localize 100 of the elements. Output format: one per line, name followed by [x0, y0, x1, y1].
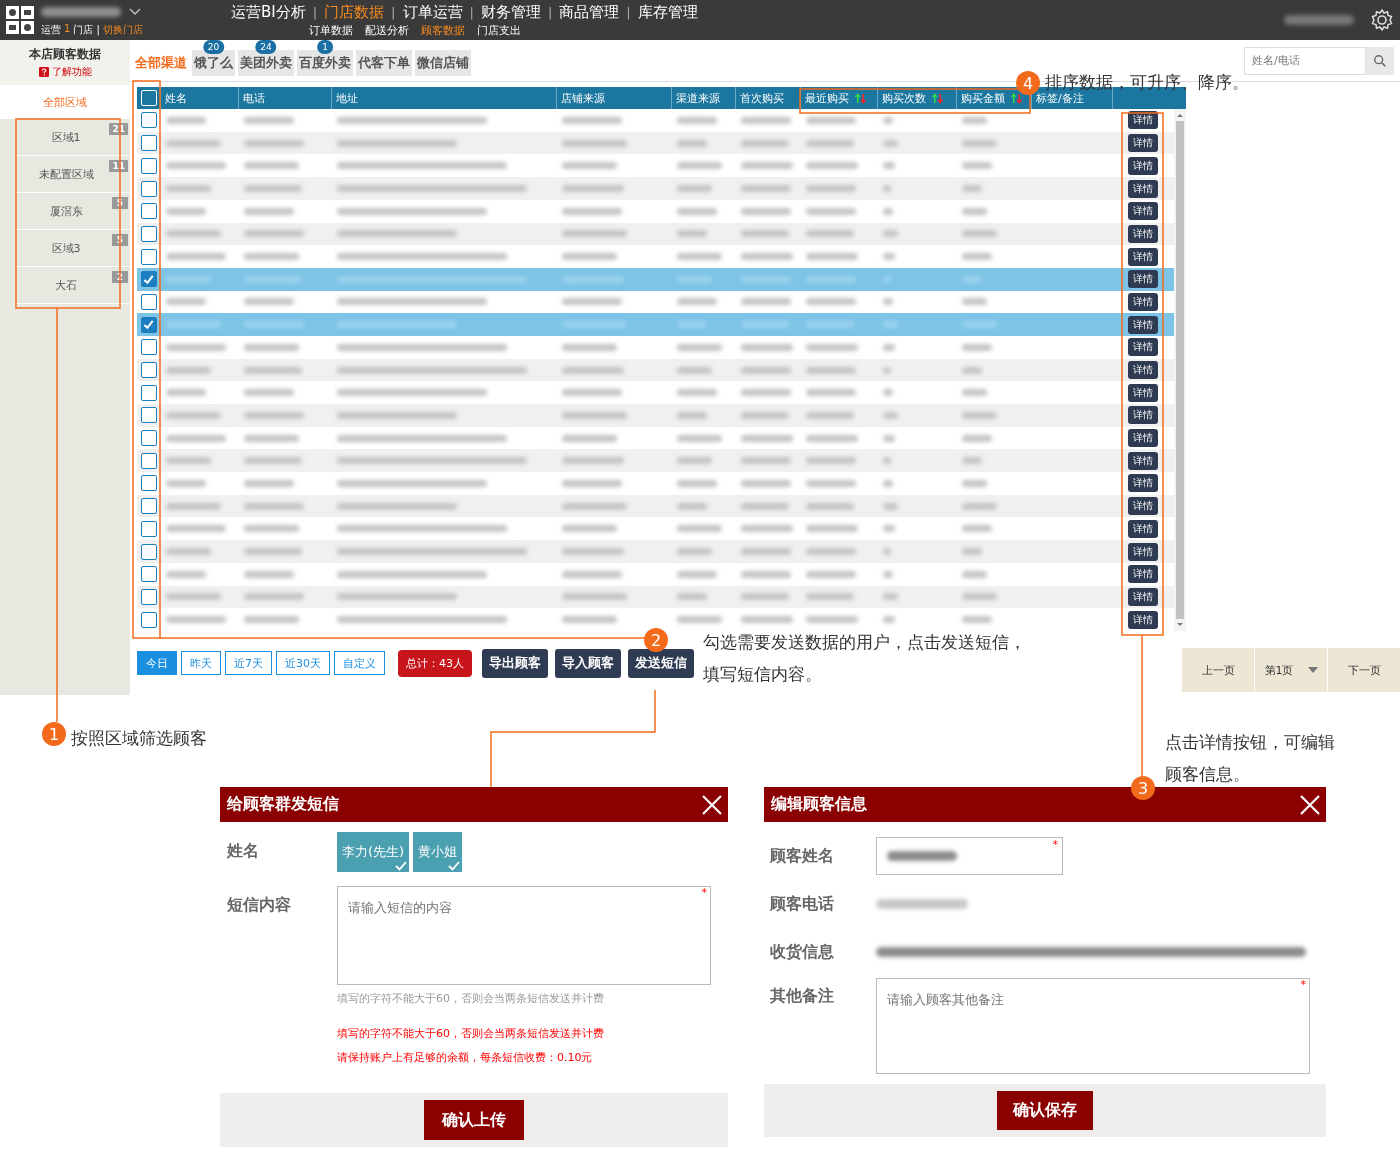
row-checkbox[interactable] [140, 180, 157, 197]
row-checkbox[interactable] [140, 339, 157, 356]
nav-tab[interactable]: 库存管理 [637, 2, 698, 22]
date-filter-button[interactable]: 近7天 [225, 651, 272, 676]
row-checkbox[interactable] [140, 157, 157, 174]
action-button[interactable]: 发送短信 [628, 648, 694, 678]
date-filter-button[interactable]: 自定义 [334, 651, 385, 676]
arrow-up-icon[interactable] [1176, 112, 1184, 119]
action-button[interactable]: 导入顾客 [555, 648, 621, 678]
row-checkbox[interactable] [140, 543, 157, 560]
details-button[interactable]: 详情 [1128, 270, 1158, 289]
row-checkbox[interactable] [140, 384, 157, 401]
caret-icon[interactable] [129, 8, 141, 16]
row-checkbox[interactable] [140, 588, 157, 605]
sort-icon[interactable] [854, 92, 867, 104]
channel-tab[interactable]: 美团外卖 [238, 50, 294, 77]
upload-button[interactable]: 确认上传 [424, 1100, 524, 1140]
channel-tab[interactable]: 百度外卖 [297, 50, 353, 77]
nav-tab[interactable]: 商品管理 [559, 2, 620, 22]
page-select[interactable]: 第1页 [1254, 648, 1328, 693]
row-checkbox[interactable] [140, 135, 157, 152]
scrollbar[interactable] [1174, 109, 1186, 632]
details-button[interactable]: 详情 [1128, 383, 1158, 402]
details-button[interactable]: 详情 [1128, 224, 1158, 243]
blurred-text [244, 548, 302, 555]
nav-tab[interactable]: 门店数据 [324, 2, 385, 22]
details-button[interactable]: 详情 [1128, 134, 1158, 153]
nav-tab[interactable]: 订单运营 [402, 2, 463, 22]
select-all-checkbox[interactable] [140, 90, 157, 107]
save-button[interactable]: 确认保存 [997, 1091, 1093, 1130]
details-button[interactable]: 详情 [1128, 247, 1158, 266]
details-button[interactable]: 详情 [1128, 565, 1158, 584]
subnav-tab[interactable]: 门店支出 [477, 23, 521, 38]
channel-tab[interactable]: 微信店铺 [415, 50, 471, 77]
help-icon[interactable] [38, 67, 49, 77]
search-button[interactable] [1366, 46, 1394, 75]
row-checkbox[interactable] [140, 316, 157, 333]
store-count: 1 [64, 23, 71, 36]
details-button[interactable]: 详情 [1128, 542, 1158, 561]
close-icon[interactable] [702, 794, 722, 815]
details-button[interactable]: 详情 [1128, 202, 1158, 221]
details-button[interactable]: 详情 [1128, 338, 1158, 357]
details-button[interactable]: 详情 [1128, 474, 1158, 493]
details-button[interactable]: 详情 [1128, 156, 1158, 175]
details-button[interactable]: 详情 [1128, 429, 1158, 448]
action-button[interactable]: 导出顾客 [482, 648, 548, 678]
search-field[interactable]: 姓名/电话 [1244, 46, 1366, 75]
details-button[interactable]: 详情 [1128, 497, 1158, 516]
row-checkbox[interactable] [140, 271, 157, 288]
blurred-text [883, 593, 898, 601]
details-button[interactable]: 详情 [1128, 292, 1158, 311]
channel-tab[interactable]: 代客下单 [356, 50, 412, 77]
search-icon[interactable] [1373, 53, 1387, 68]
nav-tab[interactable]: 财务管理 [480, 2, 541, 22]
details-button[interactable]: 详情 [1128, 179, 1158, 198]
details-button[interactable]: 详情 [1128, 406, 1158, 425]
row-checkbox[interactable] [140, 566, 157, 583]
subnav-tab[interactable]: 顾客数据 [421, 23, 465, 38]
row-checkbox[interactable] [140, 362, 157, 378]
next-page-button[interactable]: 下一页 [1328, 648, 1400, 693]
blurred-text [677, 570, 717, 578]
details-button[interactable]: 详情 [1128, 451, 1158, 470]
blurred-text [677, 411, 707, 419]
row-checkbox[interactable] [140, 611, 157, 628]
row-checkbox[interactable] [140, 475, 157, 492]
arrow-down-icon[interactable] [1176, 622, 1184, 629]
subnav-tab[interactable]: 订单数据 [309, 23, 353, 38]
subnav-tab[interactable]: 配送分析 [365, 23, 409, 38]
row-checkbox[interactable] [140, 430, 157, 447]
row-checkbox[interactable] [140, 225, 157, 242]
caret-icon[interactable] [1307, 667, 1318, 674]
details-button[interactable]: 详情 [1128, 519, 1158, 538]
settings-icon[interactable] [1370, 8, 1394, 32]
help-link[interactable]: 了解功能 [51, 65, 92, 79]
name-field[interactable]: * [876, 837, 1063, 875]
blurred-text [677, 502, 707, 510]
nav-tab[interactable]: 运营BI分析 [231, 2, 306, 22]
row-checkbox[interactable] [140, 203, 157, 220]
row-checkbox[interactable] [140, 407, 157, 424]
channel-tab[interactable]: 饿了么 [192, 50, 235, 77]
switch-store-link[interactable]: 切换门店 [102, 23, 143, 37]
date-filter-button[interactable]: 昨天 [181, 651, 221, 676]
region-name: 区域1 [51, 129, 81, 145]
date-filter-button[interactable]: 近30天 [276, 651, 330, 676]
row-checkbox[interactable] [140, 248, 157, 265]
row-checkbox[interactable] [140, 112, 157, 129]
close-icon[interactable] [1300, 794, 1320, 815]
required-mark: * [701, 887, 707, 899]
prev-page-button[interactable]: 上一页 [1182, 648, 1254, 693]
details-button[interactable]: 详情 [1128, 361, 1158, 379]
row-checkbox[interactable] [140, 520, 157, 537]
details-button[interactable]: 详情 [1128, 587, 1158, 606]
row-checkbox[interactable] [140, 498, 157, 515]
sort-icon[interactable] [1010, 92, 1023, 104]
sort-icon[interactable] [931, 92, 944, 104]
details-button[interactable]: 详情 [1128, 610, 1158, 629]
blurred-text [166, 525, 226, 533]
row-checkbox[interactable] [140, 293, 157, 310]
details-button[interactable]: 详情 [1128, 315, 1158, 334]
row-checkbox[interactable] [140, 452, 157, 469]
